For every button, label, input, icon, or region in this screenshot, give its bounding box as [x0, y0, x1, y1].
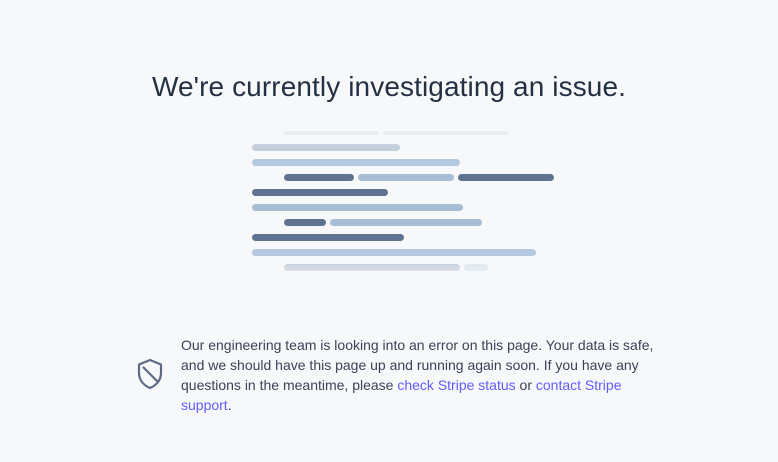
code-line	[383, 131, 509, 135]
code-line	[358, 174, 454, 181]
code-line	[330, 219, 482, 226]
code-line	[252, 234, 404, 241]
code-line	[284, 219, 326, 226]
code-line	[252, 144, 400, 151]
check-status-link[interactable]: check Stripe status	[397, 377, 515, 393]
code-line	[252, 159, 460, 166]
shield-slash-icon	[137, 358, 163, 390]
code-line	[284, 174, 354, 181]
notice-message: Our engineering team is looking into an …	[181, 335, 661, 415]
code-line	[284, 264, 460, 271]
code-line	[252, 204, 463, 211]
code-line	[458, 174, 554, 181]
notice-text-connector: or	[515, 377, 536, 393]
code-line	[464, 264, 488, 271]
code-lines-illustration	[252, 131, 554, 271]
code-line	[283, 131, 379, 135]
error-notice: Our engineering team is looking into an …	[132, 334, 662, 424]
notice-text-end: .	[227, 397, 232, 413]
code-line	[252, 249, 536, 256]
code-line	[252, 189, 388, 196]
page-title: We're currently investigating an issue.	[151, 70, 627, 102]
